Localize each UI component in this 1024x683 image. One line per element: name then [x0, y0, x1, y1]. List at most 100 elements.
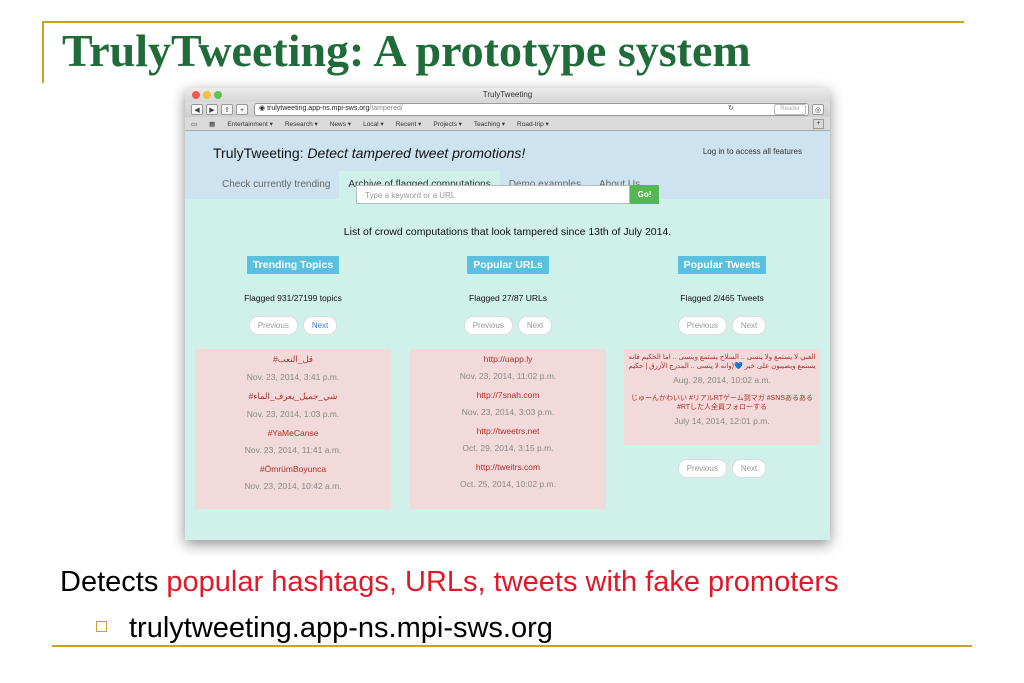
flagged-count: Flagged 931/27199 topics: [244, 293, 342, 303]
title-left-rule: [42, 21, 44, 83]
previous-button[interactable]: Previous: [677, 459, 727, 478]
address-bar[interactable]: ◉ trulytweeting.app-ns.mpi-sws.org/tampe…: [254, 103, 809, 116]
login-link[interactable]: Log in to access all features: [703, 147, 802, 156]
item-link[interactable]: http://tweitrs.com: [414, 462, 602, 472]
caption-prefix: Detects: [60, 566, 159, 598]
tab-check-trending[interactable]: Check currently trending: [213, 171, 339, 199]
bottom-rule: [52, 645, 972, 647]
archive-headline: List of crowd computations that look tam…: [343, 226, 672, 238]
site-url-text: trulytweeting.app-ns.mpi-sws.org: [129, 612, 553, 644]
traffic-lights: [192, 91, 222, 99]
next-button[interactable]: Next: [302, 316, 338, 335]
bookmark-road-trip[interactable]: Road-trip ▾: [517, 120, 549, 128]
previous-button[interactable]: Previous: [463, 316, 513, 335]
bookmark-news[interactable]: News ▾: [330, 120, 351, 128]
flagged-count: Flagged 2/465 Tweets: [680, 293, 764, 303]
new-tab-icon[interactable]: +: [236, 104, 248, 115]
globe-icon: ◉: [259, 105, 266, 112]
list-item: #ÖmrümBoyunca Nov. 23, 2014, 10:42 a.m.: [199, 464, 387, 491]
popular-tweets-button[interactable]: Popular Tweets: [677, 256, 767, 274]
list-item: #شي_جميل_يعرف_الماء Nov. 23, 2014, 1:03 p…: [199, 391, 387, 419]
item-link[interactable]: الغبي لا يستمع ولا ينسى .. السلاح يستمع …: [628, 353, 816, 371]
minimize-window-icon[interactable]: [203, 91, 211, 99]
share-icon[interactable]: ⇪: [221, 104, 233, 115]
bookmarks-bar: ▭ ▦ Entertainment ▾ Research ▾ News ▾ Lo…: [185, 117, 830, 131]
browser-window: TrulyTweeting ◀ ▶ ⇪ + ◉ trulytweeting.ap…: [185, 88, 830, 540]
zoom-window-icon[interactable]: [214, 91, 222, 99]
reader-button[interactable]: Reader: [774, 104, 806, 115]
pager: Previous Next: [195, 316, 391, 335]
item-date: Oct. 29, 2014, 3:15 p.m.: [462, 443, 554, 453]
list-item: #قل_النعب Nov. 23, 2014, 3:41 p.m.: [199, 354, 387, 382]
trending-topics-button[interactable]: Trending Topics: [246, 256, 340, 274]
search-input[interactable]: Type a keyword or a URL: [356, 185, 630, 204]
next-button[interactable]: Next: [731, 316, 767, 335]
site-brand[interactable]: TrulyTweeting: Detect tampered tweet pro…: [213, 145, 525, 161]
item-link[interactable]: #شي_جميل_يعرف_الماء: [199, 391, 387, 402]
sub-bullet: trulytweeting.app-ns.mpi-sws.org: [96, 612, 553, 645]
flagged-count: Flagged 27/87 URLs: [469, 293, 547, 303]
url-host: trulytweeting.app-ns.mpi-sws.org: [267, 105, 370, 112]
item-link[interactable]: じゅーんかわいい #リアルRTゲーム到マガ #SNSあるある #RTした人全員フ…: [628, 394, 816, 412]
item-date: Nov. 23, 2014, 3:41 p.m.: [246, 372, 340, 382]
reading-list-icon[interactable]: ▭: [191, 120, 197, 128]
bookmark-entertainment[interactable]: Entertainment ▾: [227, 120, 273, 128]
back-icon[interactable]: ◀: [191, 104, 203, 115]
bookmark-teaching[interactable]: Teaching ▾: [474, 120, 505, 128]
brand-tagline: Detect tampered tweet promotions!: [307, 145, 526, 161]
forward-icon[interactable]: ▶: [206, 104, 218, 115]
pager: Previous Next: [624, 316, 820, 335]
results-panel: الغبي لا يستمع ولا ينسى .. السلاح يستمع …: [624, 349, 820, 445]
item-date: Nov. 23, 2014, 3:03 p.m.: [461, 407, 555, 417]
item-link[interactable]: http://7snah.com: [414, 390, 602, 400]
list-item: #YaMeCanse Nov. 23, 2014, 11:41 a.m.: [199, 428, 387, 455]
pager: Previous Next: [410, 316, 606, 335]
item-date: Oct. 25, 2014, 10:02 p.m.: [460, 479, 556, 489]
item-link[interactable]: #ÖmrümBoyunca: [199, 464, 387, 474]
go-button[interactable]: Go!: [630, 185, 659, 204]
popular-urls-column: Popular URLs Flagged 27/87 URLs Previous…: [410, 256, 606, 509]
previous-button[interactable]: Previous: [248, 316, 298, 335]
list-item: http://tweitrs.com Oct. 25, 2014, 10:02 p…: [414, 462, 602, 489]
item-date: July 14, 2014, 12:01 p.m.: [674, 416, 770, 426]
next-button[interactable]: Next: [731, 459, 767, 478]
item-link[interactable]: #YaMeCanse: [199, 428, 387, 438]
list-item: الغبي لا يستمع ولا ينسى .. السلاح يستمع …: [628, 353, 816, 385]
bookmark-recent[interactable]: Recent ▾: [396, 120, 422, 128]
item-date: Nov. 23, 2014, 11:02 p.m.: [459, 371, 557, 381]
previous-button[interactable]: Previous: [677, 316, 727, 335]
item-date: Nov. 23, 2014, 11:41 a.m.: [244, 445, 342, 455]
caption-highlight: popular hashtags, URLs, tweets with fake…: [166, 566, 839, 598]
window-titlebar: TrulyTweeting: [185, 88, 830, 102]
window-title: TrulyTweeting: [482, 90, 533, 99]
square-bullet-icon: [96, 620, 107, 632]
reload-icon[interactable]: ↻: [728, 104, 734, 114]
list-item: http://7snah.com Nov. 23, 2014, 3:03 p.m.: [414, 390, 602, 417]
item-link[interactable]: http://uapp.ly: [414, 354, 602, 364]
popular-tweets-column: Popular Tweets Flagged 2/465 Tweets Prev…: [624, 256, 820, 478]
bookmark-local[interactable]: Local ▾: [363, 120, 384, 128]
top-sites-icon[interactable]: ▦: [209, 120, 215, 128]
item-date: Nov. 23, 2014, 10:42 a.m.: [244, 481, 342, 491]
slide-caption: Detects popular hashtags, URLs, tweets w…: [60, 566, 839, 599]
bookmark-research[interactable]: Research ▾: [285, 120, 318, 128]
web-content: TrulyTweeting: Detect tampered tweet pro…: [185, 131, 830, 540]
pager: Previous Next: [624, 459, 820, 478]
slide-title: TrulyTweeting: A prototype system: [62, 25, 751, 76]
item-link[interactable]: http://tweetrs.net: [414, 426, 602, 436]
popular-urls-button[interactable]: Popular URLs: [467, 256, 549, 274]
next-button[interactable]: Next: [517, 316, 553, 335]
close-window-icon[interactable]: [192, 91, 200, 99]
item-link[interactable]: #قل_النعب: [199, 354, 387, 365]
list-item: http://tweetrs.net Oct. 29, 2014, 3:15 p.…: [414, 426, 602, 453]
results-panel: #قل_النعب Nov. 23, 2014, 3:41 p.m. #شي_جم…: [195, 349, 391, 509]
trending-topics-column: Trending Topics Flagged 931/27199 topics…: [195, 256, 391, 509]
item-date: Nov. 23, 2014, 1:03 p.m.: [246, 409, 340, 419]
list-item: じゅーんかわいい #リアルRTゲーム到マガ #SNSあるある #RTした人全員フ…: [628, 394, 816, 426]
bookmark-projects[interactable]: Projects ▾: [433, 120, 462, 128]
downloads-icon[interactable]: ◎: [811, 104, 824, 115]
results-panel: http://uapp.ly Nov. 23, 2014, 11:02 p.m. …: [410, 349, 606, 509]
url-path: /tampered/: [369, 105, 403, 112]
title-top-rule: [42, 21, 964, 23]
add-bookmark-icon[interactable]: +: [813, 119, 824, 129]
